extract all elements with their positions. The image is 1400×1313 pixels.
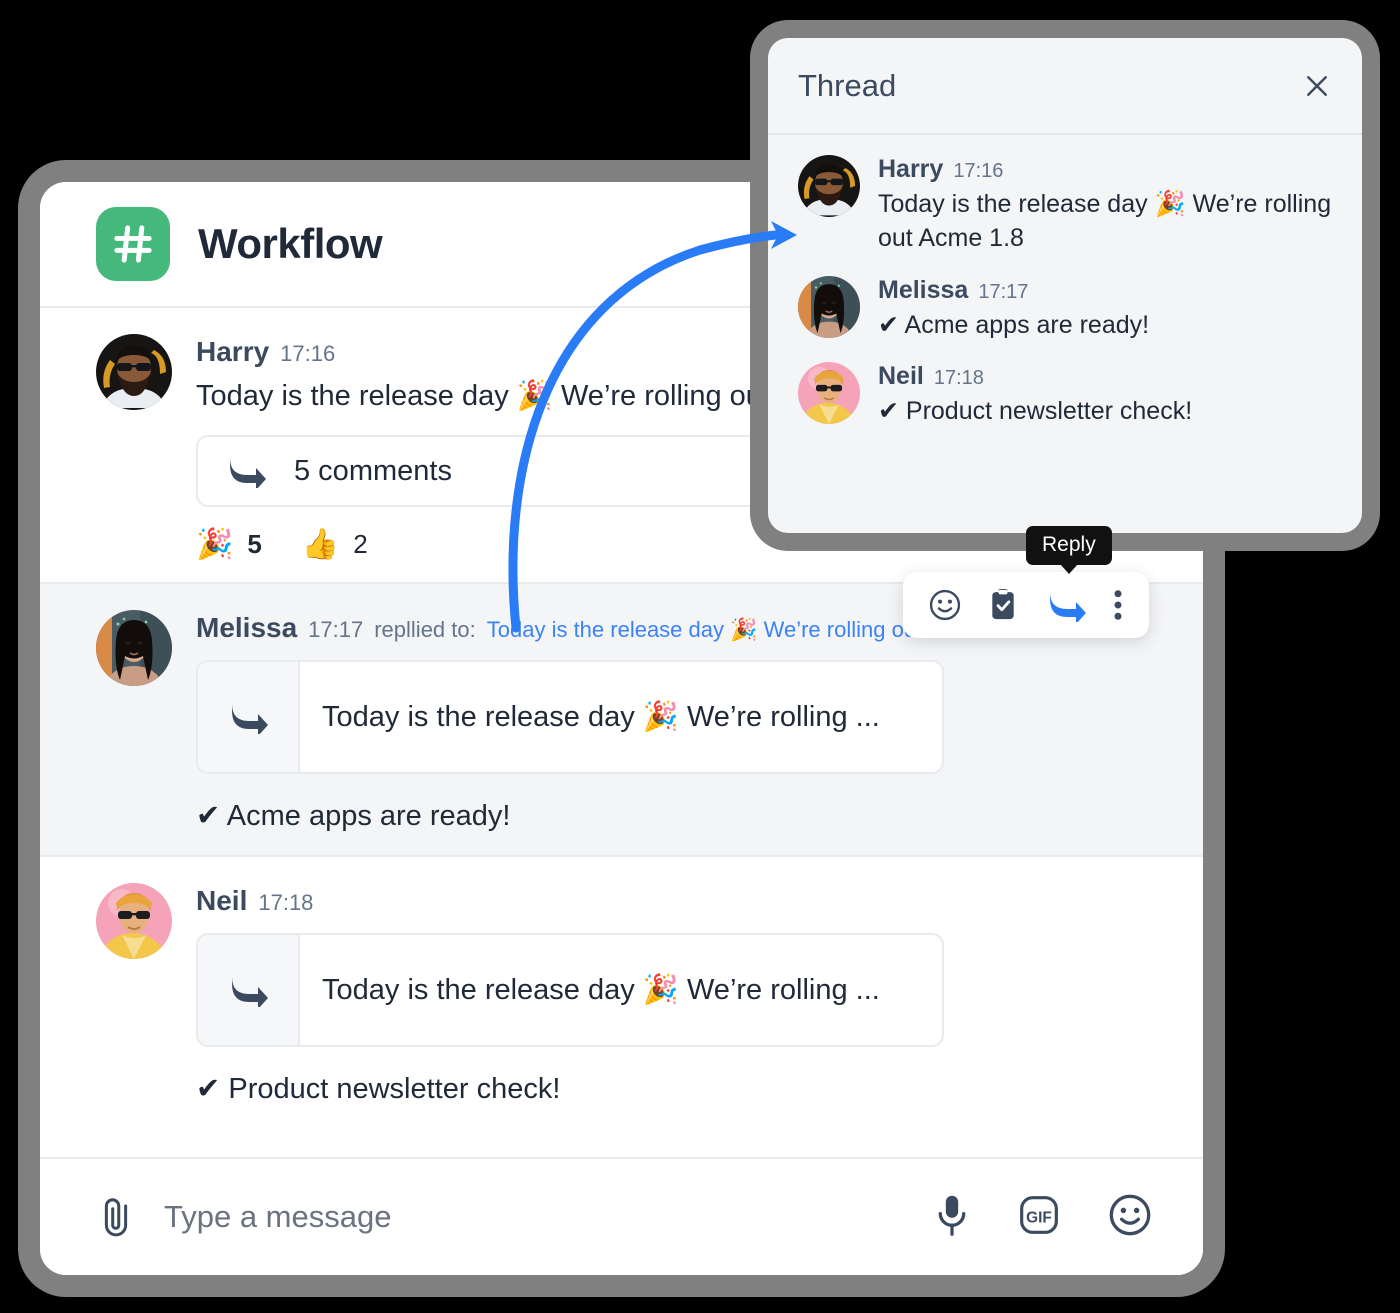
avatar [96,334,172,410]
more-vertical-icon[interactable] [1111,587,1125,623]
thread-message-author: Neil [878,362,924,391]
thread-message-time: 17:17 [978,280,1029,303]
thumbs-up-emoji: 👍 [301,527,340,561]
composer-tools: GIF [933,1192,1153,1243]
message-text: ✔ Product newsletter check! [196,1073,561,1106]
thread-message-author: Melissa [878,275,969,304]
thread-message-text: Today is the release day 🎉 We’re rolling… [878,190,1332,252]
hash-icon [96,207,170,281]
message-author: Melissa [196,612,298,644]
svg-text:GIF: GIF [1026,1209,1052,1226]
thread-message-harry: Harry 17:16 Today is the release day 🎉 W… [768,135,1362,256]
gif-icon[interactable]: GIF [1017,1193,1061,1242]
thread-message-body: Melissa 17:17 ✔ Acme apps are ready! [878,276,1336,343]
close-icon[interactable] [1302,71,1332,101]
avatar [96,610,172,687]
thread-message-body: Harry 17:16 Today is the release day 🎉 W… [878,155,1336,256]
thread-message-meta: Neil 17:18 [878,362,1336,391]
quoted-text: Today is the release day 🎉 We’re rolling… [322,974,880,1007]
reply-arrow-icon [198,454,294,489]
thread-message-body: Neil 17:18 ✔ Product newsletter check! [878,362,1336,429]
page-title: Workflow [198,220,383,267]
message-time: 17:17 [308,617,364,643]
avatar [96,883,172,960]
message-action-toolbar [903,572,1149,638]
avatar [798,275,860,338]
thread-message-melissa: Melissa 17:17 ✔ Acme apps are ready! [768,256,1362,343]
reply-arrow-icon [198,662,300,773]
message-body: Melissa 17:17 repllied to: Today is the … [196,610,1163,833]
party-popper-emoji: 🎉 [196,527,234,561]
message-composer: Type a message GIF [40,1157,1203,1275]
avatar [798,155,860,217]
message-body: Neil 17:18 Today is the release day 🎉 We… [196,883,1163,1106]
reaction-count: 5 [247,529,262,560]
message-meta: Neil 17:18 [196,885,1163,917]
emoji-icon[interactable] [927,587,963,623]
clipboard-check-icon[interactable] [986,587,1020,623]
emoji-icon[interactable] [1107,1192,1153,1243]
message-row-neil: Neil 17:18 Today is the release day 🎉 We… [40,857,1203,1128]
thread-message-neil: Neil 17:18 ✔ Product newsletter check! [768,342,1362,429]
message-time: 17:16 [280,341,336,366]
thread-message-time: 17:18 [933,367,984,390]
thread-title: Thread [798,67,897,103]
reaction-count: 2 [353,529,368,560]
thread-message-text: ✔ Acme apps are ready! [878,310,1150,339]
replied-to-label: repllied to: [374,617,476,643]
reply-arrow-icon [198,935,300,1046]
message-input[interactable]: Type a message [164,1199,933,1235]
thread-message-meta: Melissa 17:17 [878,276,1336,305]
quoted-text: Today is the release day 🎉 We’re rolling… [322,701,880,734]
message-time: 17:18 [258,890,314,916]
message-text: ✔ Acme apps are ready! [196,800,511,833]
message-author: Harry [196,336,270,367]
reply-icon[interactable] [1044,588,1088,622]
reaction-party[interactable]: 🎉 5 [196,529,262,560]
comments-label: 5 comments [294,454,452,487]
thread-message-author: Harry [878,155,944,183]
paperclip-icon[interactable] [96,1195,136,1239]
thread-header: Thread [768,38,1362,135]
thread-message-text: ✔ Product newsletter check! [878,397,1193,426]
reaction-thumbsup[interactable]: 👍 2 [302,529,368,560]
avatar [798,362,860,425]
reactions-bar: 🎉 5 👍 2 [196,529,1163,560]
thread-panel: Thread Harry 17:16 Today is the release … [768,38,1362,533]
reply-tooltip: Reply [1026,526,1112,565]
microphone-icon[interactable] [933,1193,971,1242]
thread-message-time: 17:16 [953,160,1004,182]
message-author: Neil [196,885,248,917]
quoted-message[interactable]: Today is the release day 🎉 We’re rolling… [196,933,944,1048]
quoted-message[interactable]: Today is the release day 🎉 We’re rolling… [196,660,944,775]
thread-message-meta: Harry 17:16 [878,155,1336,184]
